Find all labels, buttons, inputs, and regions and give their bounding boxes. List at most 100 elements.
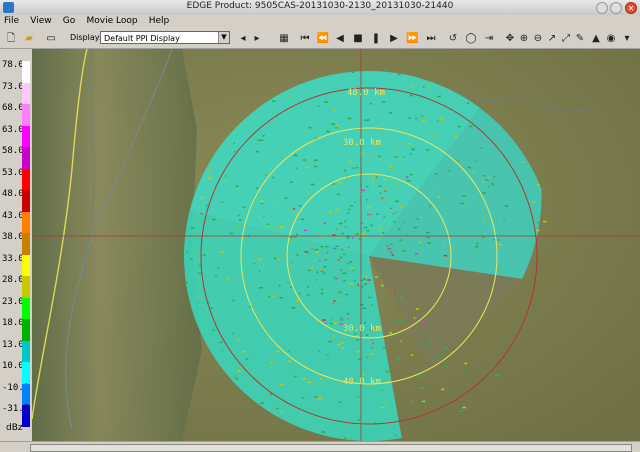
open-folder-icon[interactable]: ▰ (22, 31, 36, 46)
echo-speckle (217, 266, 220, 269)
echo-speckle (269, 293, 271, 295)
echo-speckle (356, 350, 359, 353)
menu-bar: File View Go Movie Loop Help (0, 15, 640, 29)
echo-speckle (415, 117, 418, 120)
probe-icon[interactable]: ⤢ (560, 31, 572, 46)
echo-speckle (380, 197, 385, 200)
echo-speckle (372, 342, 375, 345)
maximize-button[interactable] (610, 2, 622, 14)
next-icon[interactable]: ▸ (252, 31, 262, 46)
echo-speckle (532, 201, 535, 203)
echo-speckle (370, 339, 373, 341)
color-scale-unit: dBz (6, 423, 23, 433)
menu-file[interactable]: File (0, 15, 23, 26)
menu-movie-loop[interactable]: Movie Loop (82, 15, 141, 26)
echo-speckle (337, 343, 341, 346)
echo-speckle (229, 232, 233, 235)
chevron-down-icon[interactable]: ▼ (218, 32, 229, 43)
echo-speckle (328, 340, 332, 343)
echo-speckle (324, 245, 329, 248)
echo-speckle (369, 103, 373, 105)
echo-speckle (366, 356, 369, 359)
echo-speckle (547, 246, 551, 249)
echo-speckle (410, 153, 412, 155)
echo-speckle (378, 228, 382, 230)
rock-icon[interactable]: ◯ (464, 31, 478, 46)
sweep-icon[interactable]: ⇥ (482, 31, 496, 46)
echo-speckle (202, 254, 206, 256)
stop-icon[interactable]: ■ (352, 31, 364, 46)
echo-speckle (259, 287, 263, 289)
echo-speckle (277, 258, 280, 260)
echo-speckle (407, 117, 411, 119)
echo-speckle (487, 185, 489, 188)
echo-speckle (302, 159, 307, 161)
radar-map[interactable]: 48.0 km 30.0 km 30.0 km 48.0 km (32, 49, 640, 441)
menu-go[interactable]: Go (59, 15, 79, 26)
echo-speckle (260, 200, 264, 202)
first-frame-icon[interactable]: ⏮ (298, 31, 312, 46)
echo-speckle (440, 117, 444, 120)
echo-speckle (418, 375, 423, 377)
display-select[interactable]: Default PPI Display ▼ (100, 31, 230, 44)
echo-speckle (381, 389, 384, 392)
echo-speckle (361, 233, 365, 236)
echo-speckle (322, 272, 326, 275)
grid-icon[interactable]: ▦ (276, 31, 292, 46)
loop-icon[interactable]: ↺ (446, 31, 460, 46)
triangle-up-icon[interactable]: ▲ (590, 31, 602, 46)
echo-speckle (320, 246, 324, 248)
echo-speckle (315, 251, 319, 253)
menu-view[interactable]: View (26, 15, 55, 26)
echo-speckle (270, 361, 273, 364)
echo-speckle (291, 261, 293, 264)
new-file-icon[interactable]: 🗋 (4, 31, 18, 46)
step-forward-icon[interactable]: ⏩ (406, 31, 418, 46)
echo-speckle (320, 270, 324, 273)
echo-speckle (371, 347, 374, 349)
echo-speckle (320, 292, 324, 295)
last-frame-icon[interactable]: ⏭ (424, 31, 438, 46)
echo-speckle (445, 365, 448, 368)
step-back-icon[interactable]: ⏪ (316, 31, 330, 46)
echo-speckle (499, 244, 502, 246)
annotate-icon[interactable]: ✎ (574, 31, 586, 46)
menu-help[interactable]: Help (145, 15, 174, 26)
minimize-button[interactable] (596, 2, 608, 14)
chevron-down-icon[interactable]: ▾ (622, 31, 632, 46)
echo-speckle (210, 307, 213, 310)
play-back-icon[interactable]: ◀ (334, 31, 346, 46)
print-icon[interactable]: ▭ (42, 31, 60, 46)
echo-speckle (235, 375, 237, 377)
echo-speckle (333, 335, 335, 338)
echo-speckle (437, 196, 440, 198)
radar-svg[interactable]: 48.0 km 30.0 km 30.0 km 48.0 km (32, 49, 640, 441)
color-scale-swatch (22, 147, 30, 169)
color-scale-label: 18.0 (2, 318, 24, 328)
pan-icon[interactable]: ✥ (504, 31, 516, 46)
echo-speckle (307, 269, 312, 272)
echo-speckle (258, 258, 262, 260)
echo-speckle (448, 170, 451, 172)
echo-speckle (319, 260, 321, 262)
echo-speckle (485, 179, 489, 181)
echo-speckle (272, 100, 276, 102)
echo-speckle (407, 143, 411, 145)
echo-speckle (381, 406, 385, 409)
zoom-out-icon[interactable]: ⊖ (532, 31, 544, 46)
echo-speckle (381, 292, 383, 294)
echo-speckle (403, 156, 405, 158)
echo-speckle (357, 419, 360, 421)
play-icon[interactable]: ▶ (388, 31, 400, 46)
echo-speckle (347, 262, 349, 265)
echo-speckle (400, 340, 402, 342)
echo-speckle (390, 243, 393, 246)
echo-speckle (342, 272, 347, 274)
measure-icon[interactable]: ↗ (546, 31, 558, 46)
close-button[interactable]: ✕ (625, 2, 637, 14)
eye-icon[interactable]: ◉ (604, 31, 618, 46)
zoom-in-icon[interactable]: ⊕ (518, 31, 530, 46)
pause-icon[interactable]: ❚ (370, 31, 382, 46)
prev-icon[interactable]: ◂ (238, 31, 248, 46)
echo-speckle (262, 135, 265, 137)
